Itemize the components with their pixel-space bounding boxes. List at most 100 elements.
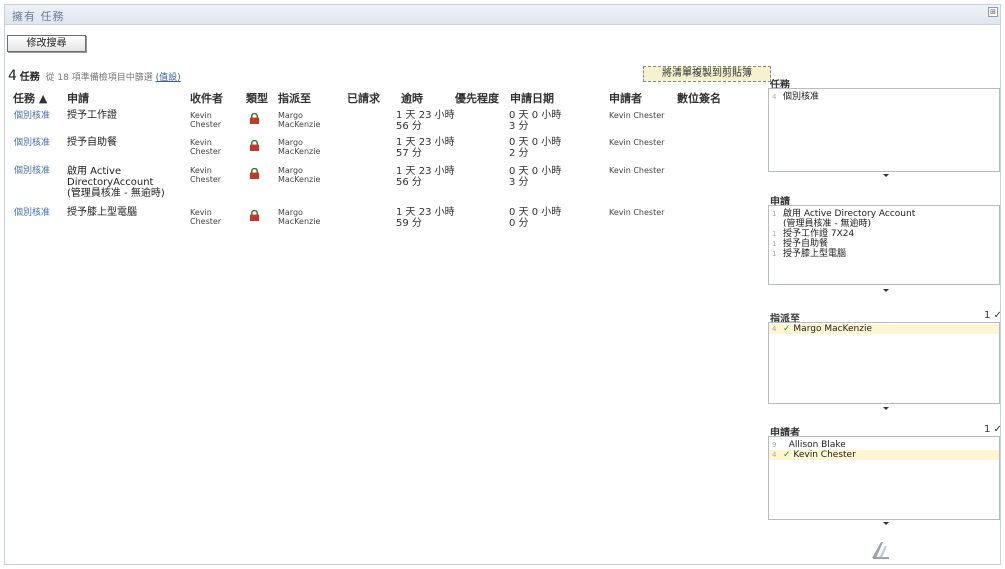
row-recipient-last: Chester — [190, 217, 222, 226]
row-task-link[interactable]: 個別核准 — [14, 138, 50, 148]
facet-label: 授予膝上型電腦 — [783, 249, 847, 259]
reset-filter-link[interactable]: (值設) — [156, 73, 181, 83]
facet-count: 4 — [772, 451, 777, 459]
row-requester: Kevin Chester — [609, 208, 665, 217]
row-recipient-first: Kevin — [190, 111, 212, 120]
facet-count: 4 — [772, 93, 777, 101]
facet-count: 4 — [772, 325, 777, 333]
request-facet-item[interactable]: 1 授予膝上型電腦 — [769, 249, 999, 259]
facet-count: 1 — [772, 210, 777, 218]
row-task-link[interactable]: 個別核准 — [14, 166, 50, 176]
expand-arrow-icon[interactable] — [883, 522, 889, 525]
row-date-line2: 2 分 — [509, 148, 529, 159]
request-facet-item[interactable]: 1 授予自助餐 — [769, 239, 999, 249]
window-titlebar: 擁有 任務 ⊞ — [5, 5, 1000, 25]
col-header-overdue[interactable]: 逾時 — [401, 90, 423, 106]
row-recipient-last: Chester — [190, 175, 222, 184]
task-count: 4 — [8, 68, 17, 84]
expand-arrow-icon[interactable] — [883, 289, 889, 292]
requester-facet-list: 9 Allison Blake 4 ✓ Kevin Chester — [768, 436, 1000, 520]
facet-count: 9 — [772, 441, 777, 449]
row-date-line2: 3 分 — [509, 121, 529, 132]
facet-count: 1 — [772, 250, 777, 258]
col-header-requested[interactable]: 已請求 — [347, 90, 380, 106]
facet-sublabel: (管理員核准 - 無逾時) — [783, 219, 871, 229]
col-header-type[interactable]: 類型 — [246, 90, 268, 106]
row-overdue-line2: 59 分 — [396, 218, 422, 229]
row-request: 授予膝上型電腦 — [67, 207, 137, 218]
row-assigned-first: Margo — [278, 111, 303, 120]
request-facet-item[interactable]: 1 授予工作證 7X24 — [769, 229, 999, 239]
facet-label: 個別核准 — [783, 92, 820, 102]
row-overdue-line1: 1 天 23 小時 — [396, 110, 455, 121]
row-request: 授予工作證 — [67, 110, 117, 121]
expand-arrow-icon[interactable] — [883, 174, 889, 177]
task-facet-item[interactable]: 4 個別核准 — [769, 92, 999, 102]
row-requester: Kevin Chester — [609, 166, 665, 175]
row-date-line1: 0 天 0 小時 — [509, 137, 562, 148]
row-recipient-first: Kevin — [190, 166, 212, 175]
product-logo-icon — [872, 542, 889, 559]
request-facet-sub: (管理員核准 - 無逾時) — [769, 219, 999, 229]
col-header-request[interactable]: 申請 — [67, 90, 89, 106]
row-overdue-line1: 1 天 23 小時 — [396, 137, 455, 148]
task-facet-list: 4 個別核准 — [768, 88, 1000, 172]
assigned-facet-item[interactable]: 4 ✓ Margo MacKenzie — [769, 324, 999, 334]
row-request: 授予自助餐 — [67, 137, 117, 148]
request-facet-item[interactable]: 1 啟用 Active Directory Account — [769, 209, 999, 219]
modify-search-button[interactable]: 修改搜尋 — [7, 35, 86, 52]
facet-label: Kevin Chester — [793, 450, 856, 460]
row-request-line3: (管理員核准 - 無逾時) — [67, 188, 165, 199]
requester-facet-item[interactable]: 4 ✓ Kevin Chester — [769, 450, 999, 460]
row-overdue-line2: 56 分 — [396, 121, 422, 132]
col-header-assigned[interactable]: 指派至 — [278, 90, 311, 106]
lock-type-icon — [249, 168, 260, 179]
row-assigned-last: MacKenzie — [278, 175, 321, 184]
facet-label: Margo MacKenzie — [793, 324, 873, 334]
row-date-line1: 0 天 0 小時 — [509, 166, 562, 177]
row-overdue-line2: 57 分 — [396, 148, 422, 159]
assigned-selected-count: 1 ✓ — [984, 310, 1002, 321]
row-task-link[interactable]: 個別核准 — [14, 208, 50, 218]
row-date-line2: 0 分 — [509, 218, 529, 229]
row-date-line1: 0 天 0 小時 — [509, 110, 562, 121]
row-overdue-line2: 56 分 — [396, 177, 422, 188]
filter-note: 從 18 項準備檢項目中篩選 — [45, 73, 153, 83]
row-task-link[interactable]: 個別核准 — [14, 111, 50, 121]
facet-label: 啟用 Active Directory Account — [783, 209, 916, 219]
row-recipient-first: Kevin — [190, 138, 212, 147]
row-date-line2: 3 分 — [509, 177, 529, 188]
col-header-digital-signature[interactable]: 數位簽名 — [677, 90, 721, 106]
check-icon: ✓ — [783, 324, 791, 334]
row-assigned-first: Margo — [278, 166, 303, 175]
col-header-task[interactable]: 任務 ▲ — [13, 90, 47, 106]
col-header-request-date[interactable]: 申請日期 — [510, 90, 554, 106]
task-count-label: 任務 — [19, 72, 40, 83]
request-facet-list: 1 啟用 Active Directory Account (管理員核准 - 無… — [768, 205, 1000, 285]
lock-type-icon — [249, 210, 260, 221]
result-summary: 4 任務 從 18 項準備檢項目中篩選 (值設) — [8, 68, 181, 84]
lock-type-icon — [249, 140, 260, 151]
copy-to-clipboard-button[interactable]: 將清單複製到剪貼簿 — [643, 66, 771, 82]
facet-label: 授予工作證 7X24 — [783, 229, 855, 239]
row-recipient-first: Kevin — [190, 208, 212, 217]
row-overdue-line1: 1 天 23 小時 — [396, 166, 455, 177]
row-assigned-last: MacKenzie — [278, 217, 321, 226]
requester-selected-count: 1 ✓ — [984, 424, 1002, 435]
col-header-requester[interactable]: 申請者 — [609, 90, 642, 106]
facet-label: Allison Blake — [788, 440, 846, 450]
row-recipient-last: Chester — [190, 147, 222, 156]
col-header-priority[interactable]: 優先程度 — [455, 90, 499, 106]
requester-facet-item[interactable]: 9 Allison Blake — [769, 440, 999, 450]
row-assigned-last: MacKenzie — [278, 147, 321, 156]
check-icon: ✓ — [783, 450, 791, 460]
expand-arrow-icon[interactable] — [883, 407, 889, 410]
row-assigned-last: MacKenzie — [278, 120, 321, 129]
row-request-line1: 啟用 Active — [67, 166, 122, 177]
maximize-icon[interactable]: ⊞ — [988, 7, 998, 17]
row-overdue-line1: 1 天 23 小時 — [396, 207, 455, 218]
facet-count: 1 — [772, 240, 777, 248]
assigned-facet-list: 4 ✓ Margo MacKenzie — [768, 322, 1000, 404]
facet-count: 1 — [772, 230, 777, 238]
col-header-recipient[interactable]: 收件者 — [190, 90, 223, 106]
